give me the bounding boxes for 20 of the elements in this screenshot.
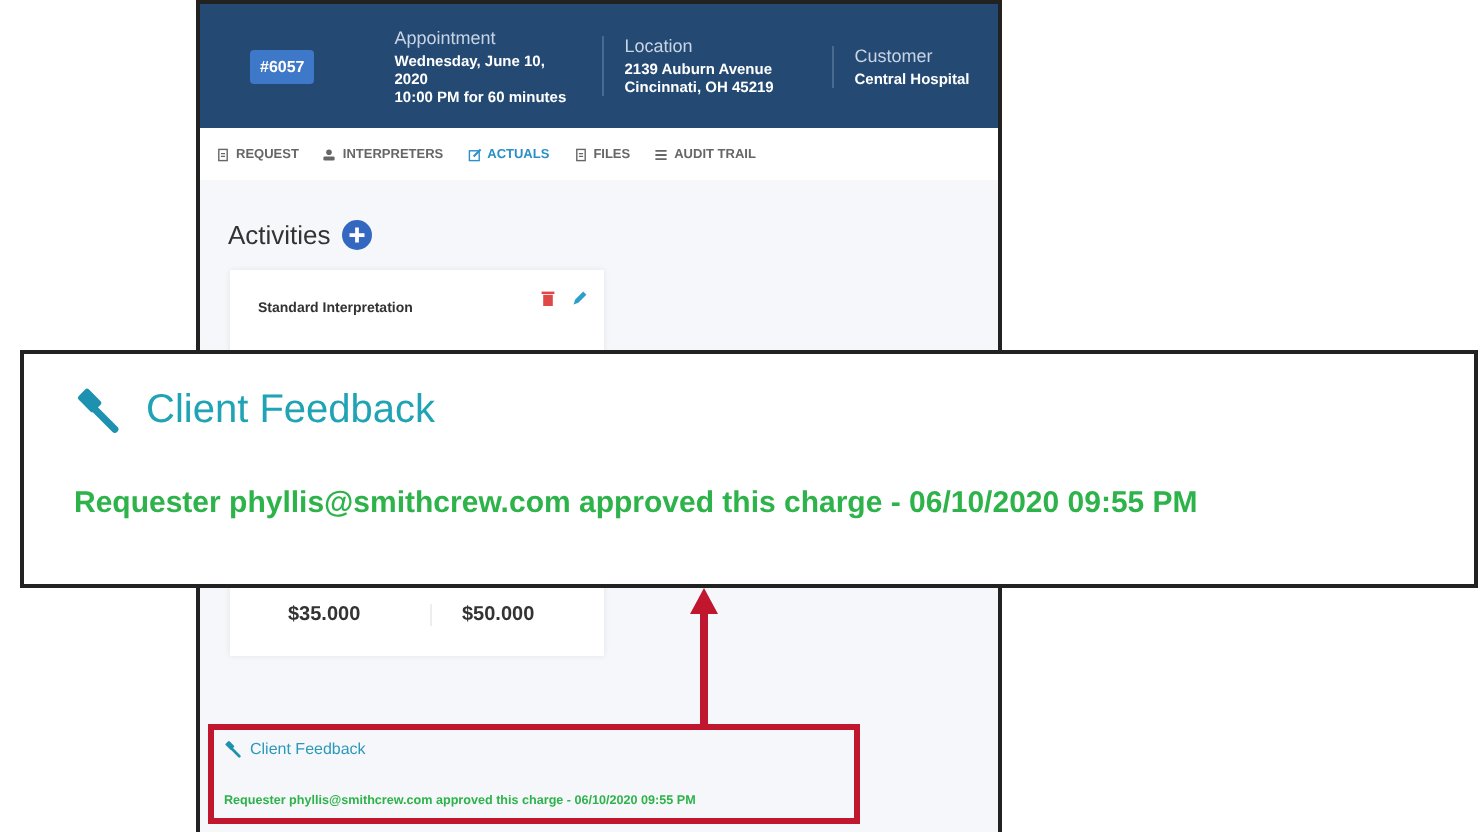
pencil-icon[interactable]: [572, 290, 588, 306]
document-icon: [573, 147, 588, 161]
column-label: Customer: [854, 45, 935, 65]
document-icon: [216, 147, 230, 161]
callout-message: Requester phyllis@smithcrew.com approved this charge - 06/10/2020 09:55 PM: [74, 486, 1200, 520]
amount-value: $50.000: [430, 604, 604, 626]
hammer-icon: [74, 386, 122, 434]
amount-value: $35.000: [286, 604, 363, 626]
column-label: Appointment: [394, 27, 498, 47]
people-icon: [322, 147, 337, 161]
callout-title: Client Feedback: [146, 387, 436, 433]
edit-icon: [467, 147, 482, 161]
list-icon: [654, 147, 669, 161]
column-label: Location: [624, 36, 695, 56]
appointment-number: #6057: [250, 49, 315, 83]
add-icon[interactable]: [342, 220, 373, 250]
trash-icon[interactable]: [540, 290, 556, 306]
section-title: Activities: [228, 220, 331, 250]
feedback-title: Client Feedback: [250, 740, 366, 758]
hammer-icon: [224, 740, 242, 758]
